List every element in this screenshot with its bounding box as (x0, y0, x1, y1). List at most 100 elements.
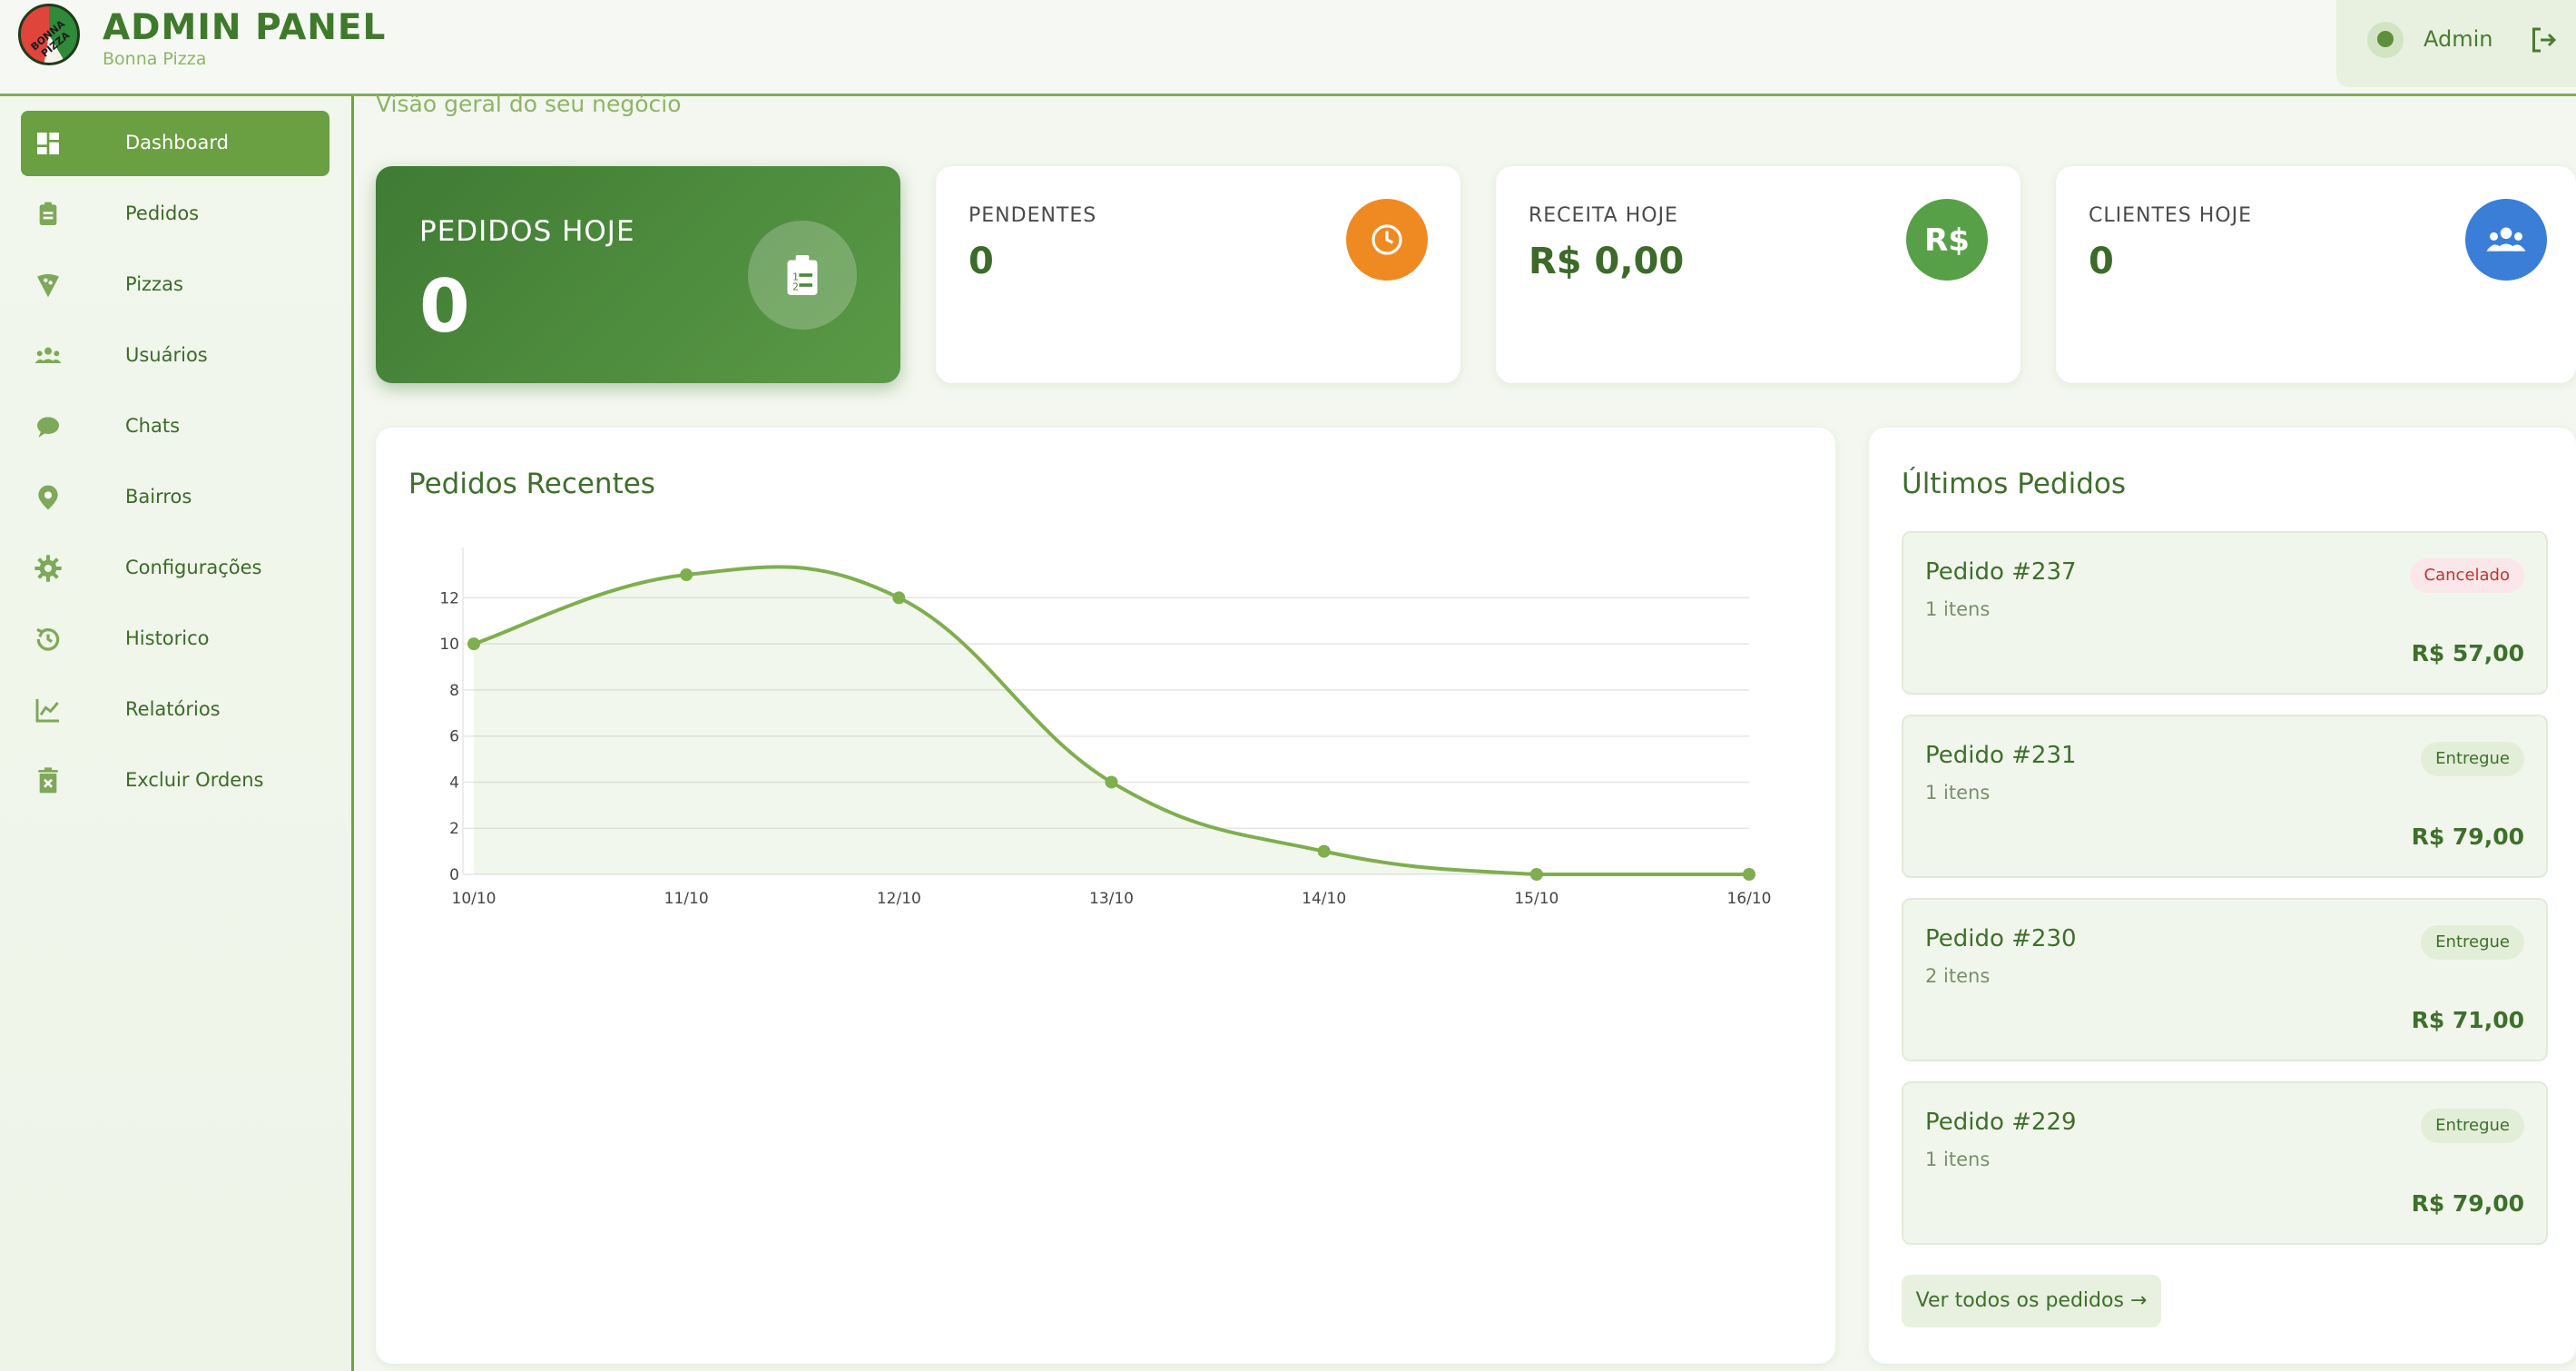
sidebar-item-pizzas[interactable]: Pizzas (21, 252, 329, 318)
data-point (467, 637, 480, 651)
clipboard-list-icon: 1 2 (748, 221, 857, 330)
gear-icon (34, 555, 62, 582)
order-total: R$ 79,00 (2411, 1190, 2524, 1217)
stat-card-value: 0 (419, 264, 470, 349)
stat-card-pendentes: PENDENTES 0 (936, 166, 1460, 383)
users-icon (34, 347, 62, 363)
currency-icon: R$ (1906, 199, 1988, 281)
y-tick-label: 12 (439, 589, 459, 607)
sidebar-item-usuarios[interactable]: Usuários (21, 323, 329, 389)
history-icon (36, 627, 60, 651)
logout-icon[interactable] (2527, 24, 2560, 56)
order-items: 1 itens (1925, 782, 1991, 804)
order-items: 1 itens (1925, 598, 1991, 620)
sidebar-item-label: Pizzas (125, 273, 183, 295)
x-tick-label: 16/10 (1727, 890, 1772, 908)
stat-card-label: PEDIDOS HOJE (419, 215, 635, 248)
user-avatar-icon (2367, 22, 2404, 58)
app-subtitle: Bonna Pizza (103, 49, 207, 69)
pizza-icon (37, 274, 59, 298)
order-items: 2 itens (1925, 965, 1991, 987)
user-menu[interactable]: Admin (2336, 0, 2576, 87)
order-id: Pedido #237 (1925, 558, 2077, 586)
sidebar-item-label: Chats (125, 415, 181, 437)
data-point (892, 591, 906, 605)
stat-card-label: RECEITA HOJE (1529, 204, 1678, 227)
sidebar-item-configuracoes[interactable]: Configurações (21, 536, 329, 601)
status-badge: Entregue (2421, 742, 2524, 776)
sidebar-item-label: Bairros (125, 486, 192, 508)
stat-card-value: R$ 0,00 (1529, 241, 1685, 282)
data-point (1529, 868, 1543, 881)
user-name: Admin (2424, 26, 2493, 52)
clock-icon (1346, 199, 1428, 281)
x-tick-label: 14/10 (1302, 890, 1346, 908)
sidebar-item-excluir-ordens[interactable]: Excluir Ordens (21, 748, 329, 814)
sidebar: Dashboard Pedidos Pizzas Usuários Chats … (0, 96, 354, 1371)
order-card-229[interactable]: Pedido #229 1 itens Entregue R$ 79,00 (1902, 1081, 2548, 1245)
x-tick-label: 15/10 (1514, 890, 1558, 908)
dashboard-icon (37, 133, 59, 154)
logo-text: BONNA PIZZA (28, 17, 73, 60)
page-subtitle: Visão geral do seu negócio (376, 91, 682, 117)
status-badge: Entregue (2421, 1109, 2524, 1143)
sidebar-item-label: Usuários (125, 344, 208, 366)
order-total: R$ 57,00 (2411, 640, 2524, 666)
order-id: Pedido #229 (1925, 1109, 2077, 1136)
data-point (1105, 775, 1118, 789)
stat-card-label: CLIENTES HOJE (2089, 204, 2253, 227)
y-tick-label: 10 (439, 636, 459, 654)
order-card-237[interactable]: Pedido #237 1 itens Cancelado R$ 57,00 (1902, 531, 2548, 695)
recent-orders-chart-panel: Pedidos Recentes 0 2 4 6 8 10 12 10/10 11/10 12/1… (376, 428, 1835, 1364)
sidebar-item-label: Pedidos (125, 202, 200, 224)
chat-icon (37, 417, 59, 438)
order-id: Pedido #231 (1925, 742, 2077, 769)
sidebar-item-relatorios[interactable]: Relatórios (21, 677, 329, 743)
y-tick-label: 4 (449, 774, 459, 792)
order-id: Pedido #230 (1925, 925, 2077, 952)
sidebar-item-historico[interactable]: Historico (21, 607, 329, 672)
view-all-orders-button[interactable]: Ver todos os pedidos → (1902, 1275, 2161, 1327)
sidebar-item-dashboard[interactable]: Dashboard (21, 111, 329, 176)
sidebar-item-label: Dashboard (125, 132, 229, 153)
order-total: R$ 71,00 (2411, 1007, 2524, 1033)
data-point (680, 568, 693, 581)
status-badge: Entregue (2421, 925, 2524, 960)
y-tick-label: 2 (449, 820, 459, 838)
svg-text:2: 2 (792, 281, 799, 293)
y-tick-label: 6 (449, 728, 459, 746)
order-card-231[interactable]: Pedido #231 1 itens Entregue R$ 79,00 (1902, 715, 2548, 878)
x-tick-label: 12/10 (877, 890, 921, 908)
top-header: BONNA PIZZA ADMIN PANEL Bonna Pizza Admi… (0, 0, 2576, 96)
orders-panel-title: Últimos Pedidos (1902, 468, 2126, 500)
clipboard-icon (39, 202, 57, 225)
order-card-230[interactable]: Pedido #230 2 itens Entregue R$ 71,00 (1902, 898, 2548, 1061)
orders-line-chart: 0 2 4 6 8 10 12 10/10 11/10 12/10 13/10 14/10 15/10 1… (439, 547, 1772, 908)
status-badge: Cancelado (2409, 558, 2524, 593)
order-items: 1 itens (1925, 1149, 1991, 1170)
y-tick-label: 8 (449, 682, 459, 700)
x-tick-label: 13/10 (1089, 890, 1134, 908)
x-tick-label: 10/10 (452, 890, 497, 908)
sidebar-item-bairros[interactable]: Bairros (21, 465, 329, 530)
stat-card-label: PENDENTES (968, 204, 1097, 227)
data-point (1317, 844, 1331, 858)
app-title: ADMIN PANEL (103, 7, 387, 48)
y-tick-label: 0 (449, 866, 459, 884)
stat-card-value: 0 (2089, 241, 2114, 282)
sidebar-item-label: Historico (125, 627, 210, 649)
sidebar-item-pedidos[interactable]: Pedidos (21, 182, 329, 247)
data-point (1743, 868, 1755, 881)
users-icon (2465, 199, 2547, 281)
trash-icon (38, 767, 58, 794)
sidebar-item-chats[interactable]: Chats (21, 394, 329, 459)
stat-card-value: 0 (968, 241, 994, 282)
stat-card-receita-hoje: RECEITA HOJE R$ 0,00 R$ (1496, 166, 2020, 383)
currency-icon-text: R$ (1924, 222, 1970, 259)
sidebar-item-label: Configurações (125, 557, 262, 578)
order-total: R$ 79,00 (2411, 824, 2524, 850)
x-tick-label: 11/10 (664, 890, 709, 908)
sidebar-item-label: Relatórios (125, 698, 221, 720)
sidebar-item-label: Excluir Ordens (125, 769, 264, 791)
latest-orders-panel: Últimos Pedidos Pedido #237 1 itens Canc… (1869, 428, 2576, 1364)
